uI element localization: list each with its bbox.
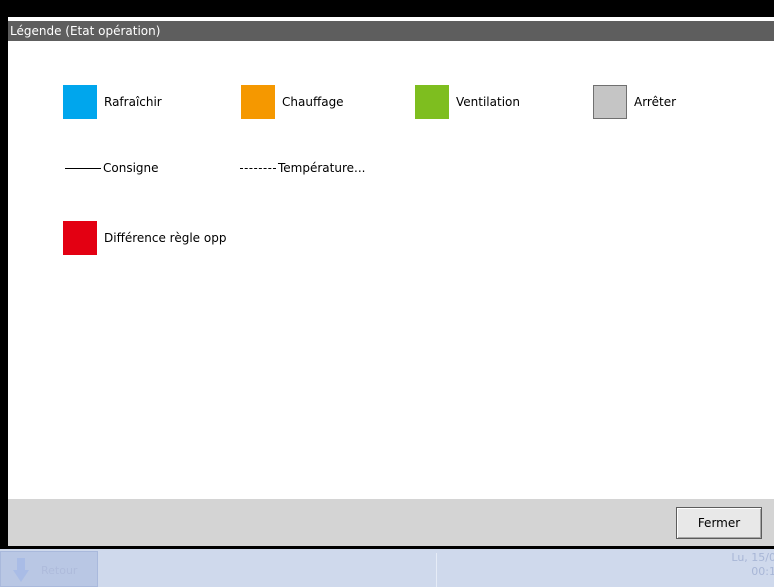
legend-item-stop: Arrêter — [593, 85, 676, 119]
rule-difference-color-swatch — [63, 221, 97, 255]
setpoint-label: Consigne — [103, 161, 159, 175]
taskbar-clock: Lu, 15/0 00:1 — [731, 551, 774, 579]
taskbar-back-button[interactable]: Retour — [0, 551, 98, 587]
ventilation-label: Ventilation — [456, 95, 520, 109]
stop-color-swatch — [593, 85, 627, 119]
taskbar: Retour Lu, 15/0 00:1 — [0, 549, 774, 587]
setpoint-solid-line-sample — [65, 167, 101, 169]
legend-item-ventilation: Ventilation — [415, 85, 520, 119]
close-button[interactable]: Fermer — [676, 507, 762, 539]
taskbar-back-label: Retour — [41, 564, 78, 577]
legend-item-rule-difference: Différence règle opp — [63, 221, 226, 255]
dialog-footer: Fermer — [8, 499, 774, 546]
rule-difference-label: Différence règle opp — [104, 231, 227, 245]
clock-time: 00:1 — [751, 565, 774, 578]
clock-date: Lu, 15/0 — [731, 551, 774, 564]
screen: Légende (Etat opération) Rafraîchir Chau… — [0, 0, 774, 587]
legend-item-heating: Chauffage — [241, 85, 344, 119]
temperature-dashed-line-sample — [240, 167, 276, 169]
taskbar-divider — [436, 553, 437, 587]
heating-color-swatch — [241, 85, 275, 119]
cooling-label: Rafraîchir — [104, 95, 162, 109]
cooling-color-swatch — [63, 85, 97, 119]
legend-item-temperature: Température... — [240, 151, 365, 185]
down-arrow-icon — [13, 558, 29, 582]
ventilation-color-swatch — [415, 85, 449, 119]
heating-label: Chauffage — [282, 95, 344, 109]
dialog-content: Rafraîchir Chauffage Ventilation Arrêter… — [8, 41, 774, 499]
legend-item-setpoint: Consigne — [65, 151, 159, 185]
temperature-label: Température... — [278, 161, 366, 175]
legend-dialog: Légende (Etat opération) Rafraîchir Chau… — [8, 17, 774, 546]
legend-item-cooling: Rafraîchir — [63, 85, 162, 119]
stop-label: Arrêter — [634, 95, 677, 109]
dialog-title: Légende (Etat opération) — [8, 21, 774, 41]
